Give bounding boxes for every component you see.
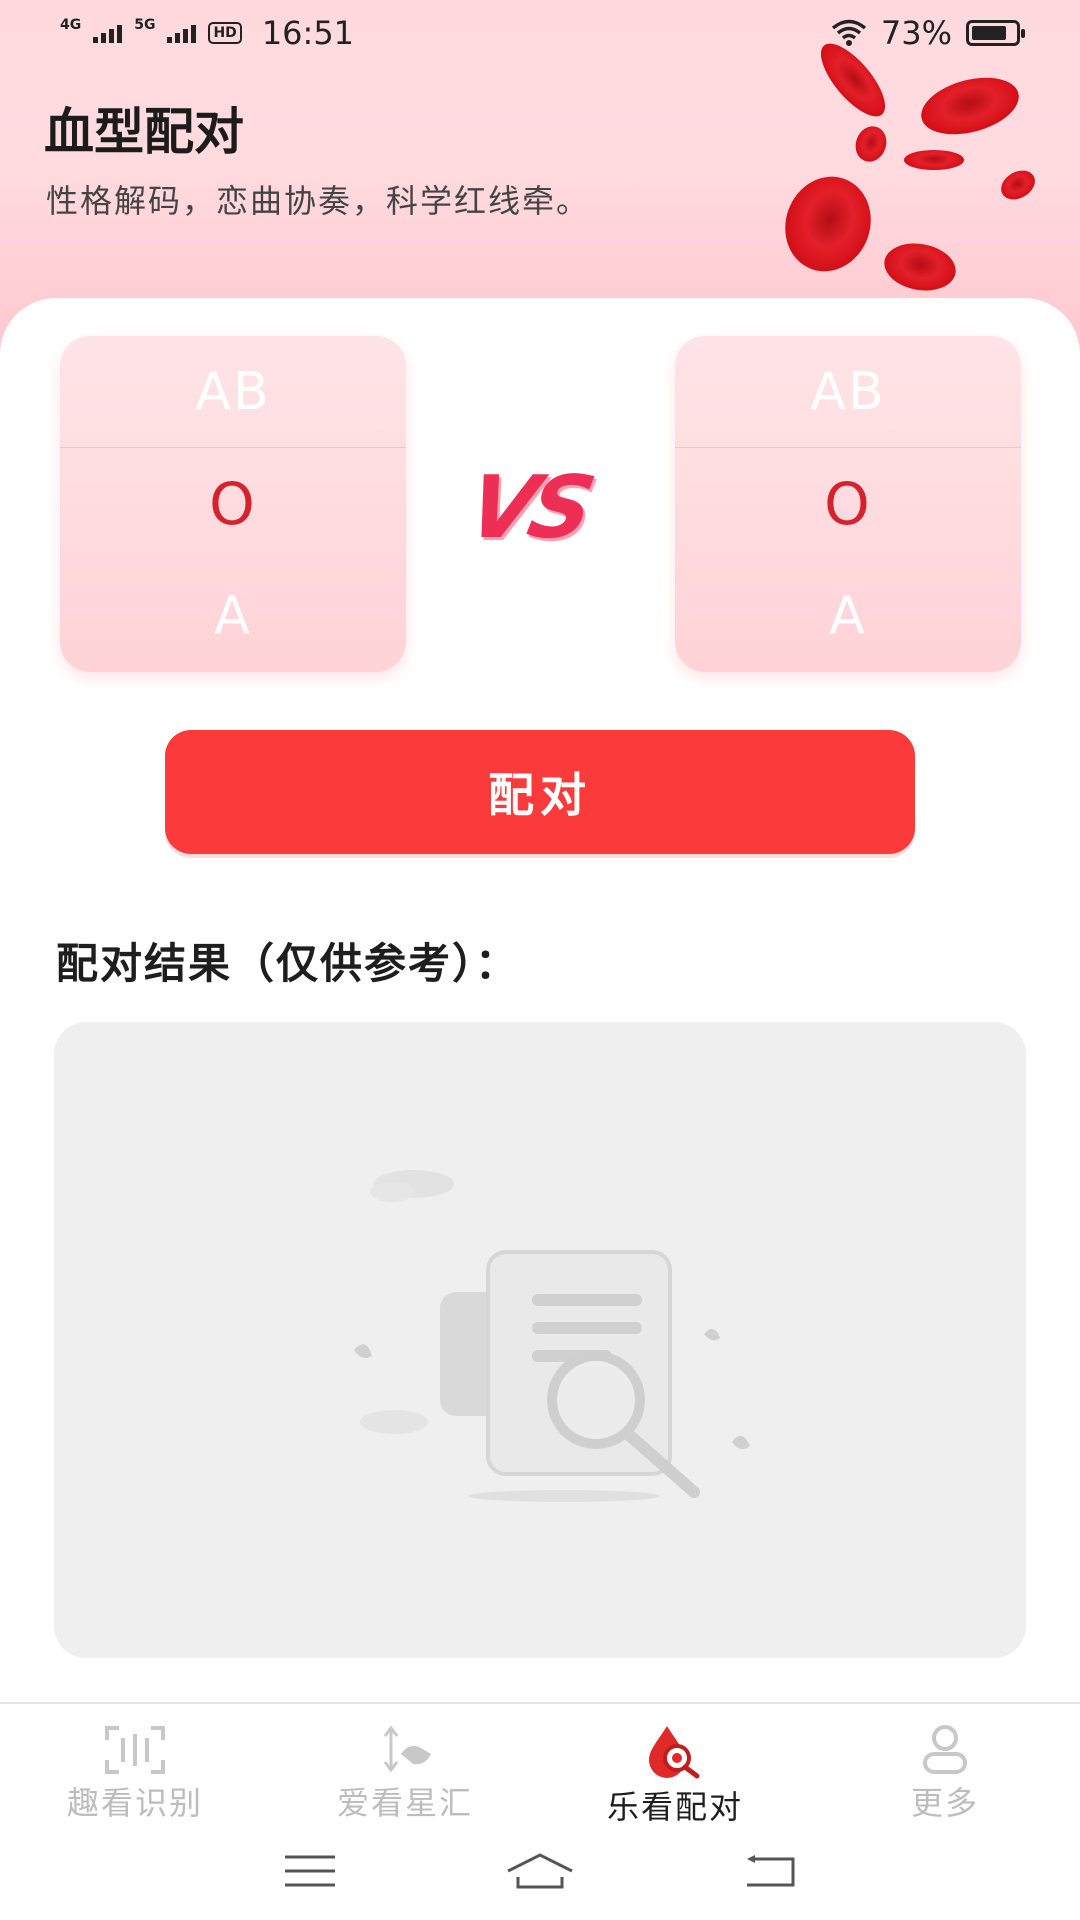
nav-item-match[interactable]: 乐看配对	[540, 1704, 810, 1826]
vs-logo: VS	[459, 458, 598, 558]
blood-type-picker-right[interactable]: AB O A	[675, 336, 1021, 672]
picker-option-below[interactable]: A	[675, 560, 1021, 672]
hd-voice-icon: HD	[208, 22, 242, 44]
nav-item-more[interactable]: 更多	[810, 1704, 1080, 1822]
status-left: 4G 5G HD 16:51	[60, 14, 354, 52]
battery-icon	[966, 20, 1025, 46]
nav-label: 爱看星汇	[336, 1784, 473, 1822]
blood-drop-search-icon	[643, 1724, 707, 1780]
nav-label: 更多	[910, 1784, 979, 1822]
system-nav-bar	[0, 1822, 1080, 1920]
nav-item-scan[interactable]: 趣看识别	[0, 1704, 270, 1822]
picker-option-selected[interactable]: O	[60, 448, 406, 560]
scan-icon	[103, 1724, 167, 1776]
signal-2-icon	[167, 23, 197, 43]
nav-item-stars[interactable]: 爱看星汇	[270, 1704, 540, 1822]
battery-percent: 73%	[880, 14, 952, 52]
page-subtitle: 性格解码，恋曲协奏，科学红线牵。	[46, 182, 591, 220]
star-sort-icon	[373, 1724, 437, 1776]
empty-search-illustration-icon	[354, 1170, 750, 1502]
result-heading: 配对结果（仅供参考）：	[56, 939, 520, 988]
nav-label: 趣看识别	[66, 1784, 203, 1822]
blood-type-picker-left[interactable]: AB O A	[60, 336, 406, 672]
home-icon[interactable]	[504, 1851, 576, 1891]
status-bar: 4G 5G HD 16:51 73%	[0, 0, 1080, 66]
menu-icon[interactable]	[283, 1853, 337, 1889]
clock: 16:51	[261, 14, 355, 52]
screen: 4G 5G HD 16:51 73% 血型配对 性格解码，恋曲协奏，科学红线牵。	[0, 0, 1080, 1920]
status-right: 73%	[831, 14, 1025, 52]
result-panel	[54, 1022, 1026, 1658]
network-4g-label: 4G	[60, 17, 82, 33]
network-5g-label: 5G	[134, 17, 156, 33]
page-title: 血型配对	[44, 103, 244, 161]
back-icon[interactable]	[743, 1853, 797, 1889]
picker-option-above[interactable]: AB	[60, 336, 406, 448]
wifi-icon	[831, 19, 866, 46]
person-icon	[913, 1724, 977, 1776]
bottom-nav: 趣看识别 爱看星汇 乐看配对 更多	[0, 1702, 1080, 1826]
picker-option-below[interactable]: A	[60, 560, 406, 672]
signal-1-icon	[93, 23, 123, 43]
match-button[interactable]: 配对	[165, 730, 915, 854]
picker-option-selected[interactable]: O	[675, 448, 1021, 560]
picker-option-above[interactable]: AB	[675, 336, 1021, 448]
